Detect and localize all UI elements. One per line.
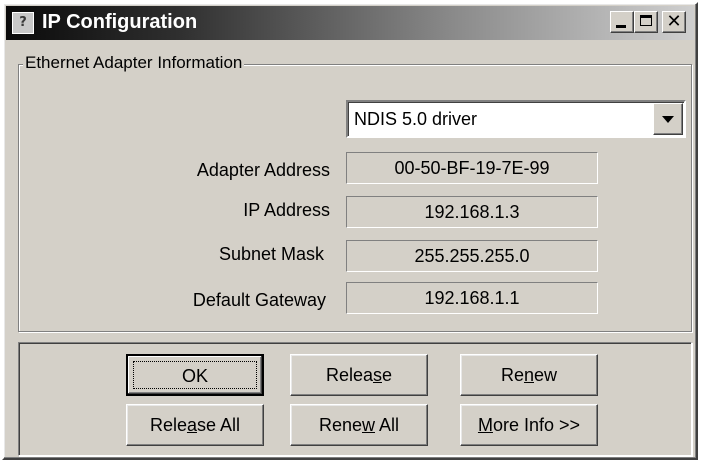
default-gateway-value: 192.168.1.1 — [346, 282, 598, 314]
renew-all-button[interactable]: Renew All — [290, 404, 428, 446]
adapter-select-value: NDIS 5.0 driver — [354, 109, 478, 129]
more-info-button[interactable]: More Info >> — [460, 404, 598, 446]
release-label-a: Relea — [325, 365, 373, 385]
renew-all-label-b: All — [375, 415, 400, 435]
subnet-mask-label: Subnet Mask — [218, 244, 324, 264]
chevron-down-icon[interactable] — [653, 103, 683, 135]
maximize-button[interactable] — [634, 11, 658, 33]
renew-label-access-key: n — [523, 365, 534, 385]
ok-button[interactable]: OK — [126, 354, 264, 396]
network-config-icon[interactable]: ? — [12, 12, 34, 34]
release-all-button[interactable]: Release All — [126, 404, 264, 446]
adapter-address-value: 00-50-BF-19-7E-99 — [346, 152, 598, 184]
ip-address-value: 192.168.1.3 — [346, 196, 598, 228]
release-all-label-access-key: a — [186, 415, 197, 435]
release-all-label-b: se All — [197, 415, 241, 435]
title-bar[interactable]: ? IP Configuration ✕ — [6, 6, 694, 40]
adapter-select[interactable]: NDIS 5.0 driver — [346, 100, 686, 138]
renew-all-label-a: Rene — [318, 415, 362, 435]
release-button[interactable]: Release — [290, 354, 428, 396]
renew-label-a: Re — [500, 365, 524, 385]
renew-button[interactable]: Renew — [460, 354, 598, 396]
adapter-address-label: Adapter Address — [196, 160, 330, 180]
ip-configuration-window: ? IP Configuration ✕ Ethernet Adapter In… — [2, 2, 698, 460]
focus-rectangle — [133, 361, 257, 389]
close-icon: ✕ — [666, 11, 682, 32]
minimize-button[interactable] — [610, 11, 634, 33]
subnet-mask-value: 255.255.255.0 — [346, 240, 598, 272]
release-all-label-a: Rele — [149, 415, 187, 435]
release-label-access-key: s — [373, 365, 382, 385]
ip-address-label: IP Address — [243, 200, 330, 220]
release-label-b: e — [382, 365, 393, 385]
default-gateway-label: Default Gateway — [192, 290, 326, 310]
adapter-info-legend: Ethernet Adapter Information — [23, 51, 245, 75]
renew-all-label-access-key: w — [362, 415, 375, 435]
window-title: IP Configuration — [42, 11, 198, 33]
close-button[interactable]: ✕ — [662, 11, 686, 33]
more-info-label-b: ore Info >> — [492, 415, 581, 435]
renew-label-b: ew — [534, 365, 558, 385]
more-info-label-access-key: M — [477, 415, 493, 435]
